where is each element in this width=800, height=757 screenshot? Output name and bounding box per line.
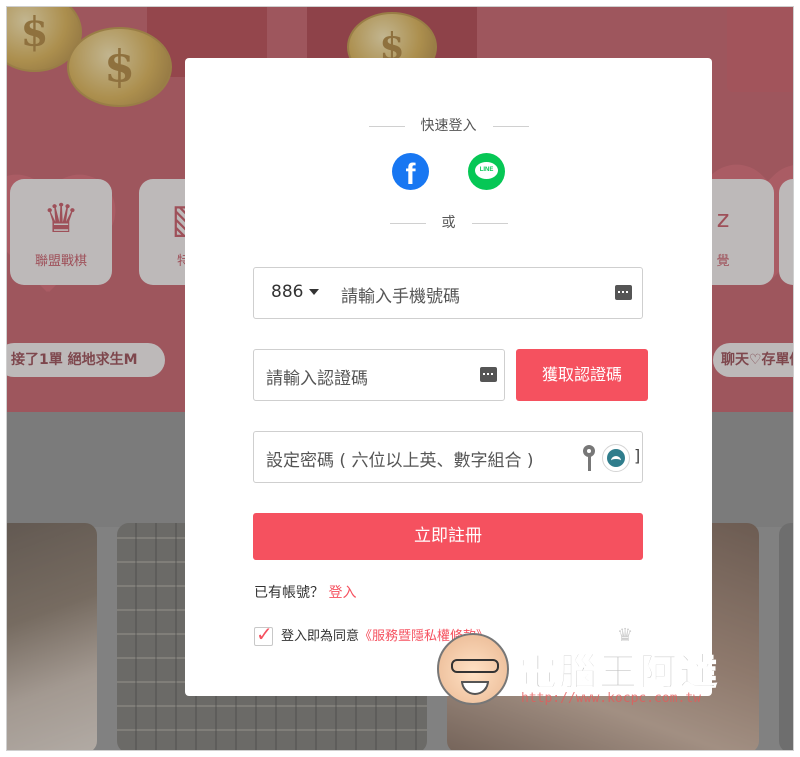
watermark: ♛ 電腦王阿達 http://www.kocpc.com.tw bbox=[437, 625, 767, 715]
line-icon-text: LINE bbox=[479, 167, 494, 173]
verification-code-input[interactable]: 請輸入認證碼 bbox=[266, 364, 368, 389]
have-account-text: 已有帳號？ bbox=[254, 585, 324, 601]
quick-login-label: 快速登入 bbox=[420, 118, 477, 134]
watermark-title: 電腦王阿達 bbox=[518, 650, 720, 695]
divider-line bbox=[368, 125, 405, 127]
line-login-button[interactable]: LINE bbox=[468, 153, 506, 190]
country-code-select[interactable]: 886 bbox=[271, 282, 320, 302]
keyboard-icon[interactable] bbox=[480, 367, 497, 382]
login-link[interactable]: 登入 bbox=[328, 585, 356, 601]
screenshot-frame: $ $ $ ♛ 聯盟戰棋 ▧ 特戰 z 覺 接了1單 絕地求生M 聊天♡存單優 … bbox=[6, 6, 794, 751]
verification-code-field[interactable]: 請輸入認證碼 bbox=[253, 349, 505, 401]
divider-line bbox=[471, 222, 508, 224]
country-code: 886 bbox=[271, 282, 304, 302]
agree-text: 登入即為同意 bbox=[281, 629, 360, 644]
phone-field[interactable]: 886 請輸入手機號碼 bbox=[253, 267, 643, 319]
password-input[interactable]: 設定密碼 ( 六位以上英、數字組合 ) bbox=[266, 446, 533, 471]
field-bracket: ] bbox=[634, 446, 641, 465]
key-icon[interactable] bbox=[583, 445, 595, 471]
checkmark-icon: ✓ bbox=[256, 622, 273, 646]
divider-line bbox=[492, 125, 529, 127]
chevron-down-icon bbox=[309, 289, 320, 295]
get-code-button[interactable]: 獲取認證碼 bbox=[516, 349, 648, 401]
facebook-icon: f bbox=[405, 158, 416, 191]
password-field[interactable]: 設定密碼 ( 六位以上英、數字組合 ) ] bbox=[253, 431, 643, 483]
register-modal: 快速登入 f LINE 或 886 請輸入手機號碼 請輸入認證碼 獲取認證碼 設… bbox=[185, 58, 712, 696]
quick-login-divider: 快速登入 bbox=[185, 115, 712, 135]
mascot-face bbox=[437, 633, 509, 705]
social-login-row: f LINE bbox=[185, 153, 712, 191]
or-label: 或 bbox=[441, 215, 456, 231]
keyboard-icon[interactable] bbox=[615, 285, 632, 300]
have-account-row: 已有帳號？ 登入 bbox=[254, 582, 356, 602]
watermark-url: http://www.kocpc.com.tw bbox=[521, 691, 702, 706]
register-button[interactable]: 立即註冊 bbox=[253, 513, 643, 560]
phone-input[interactable]: 請輸入手機號碼 bbox=[341, 282, 460, 307]
facebook-login-button[interactable]: f bbox=[391, 153, 429, 191]
or-divider: 或 bbox=[185, 212, 712, 232]
password-manager-icon[interactable] bbox=[602, 444, 630, 472]
divider-line bbox=[389, 222, 426, 224]
agree-checkbox[interactable]: ✓ bbox=[254, 622, 273, 646]
